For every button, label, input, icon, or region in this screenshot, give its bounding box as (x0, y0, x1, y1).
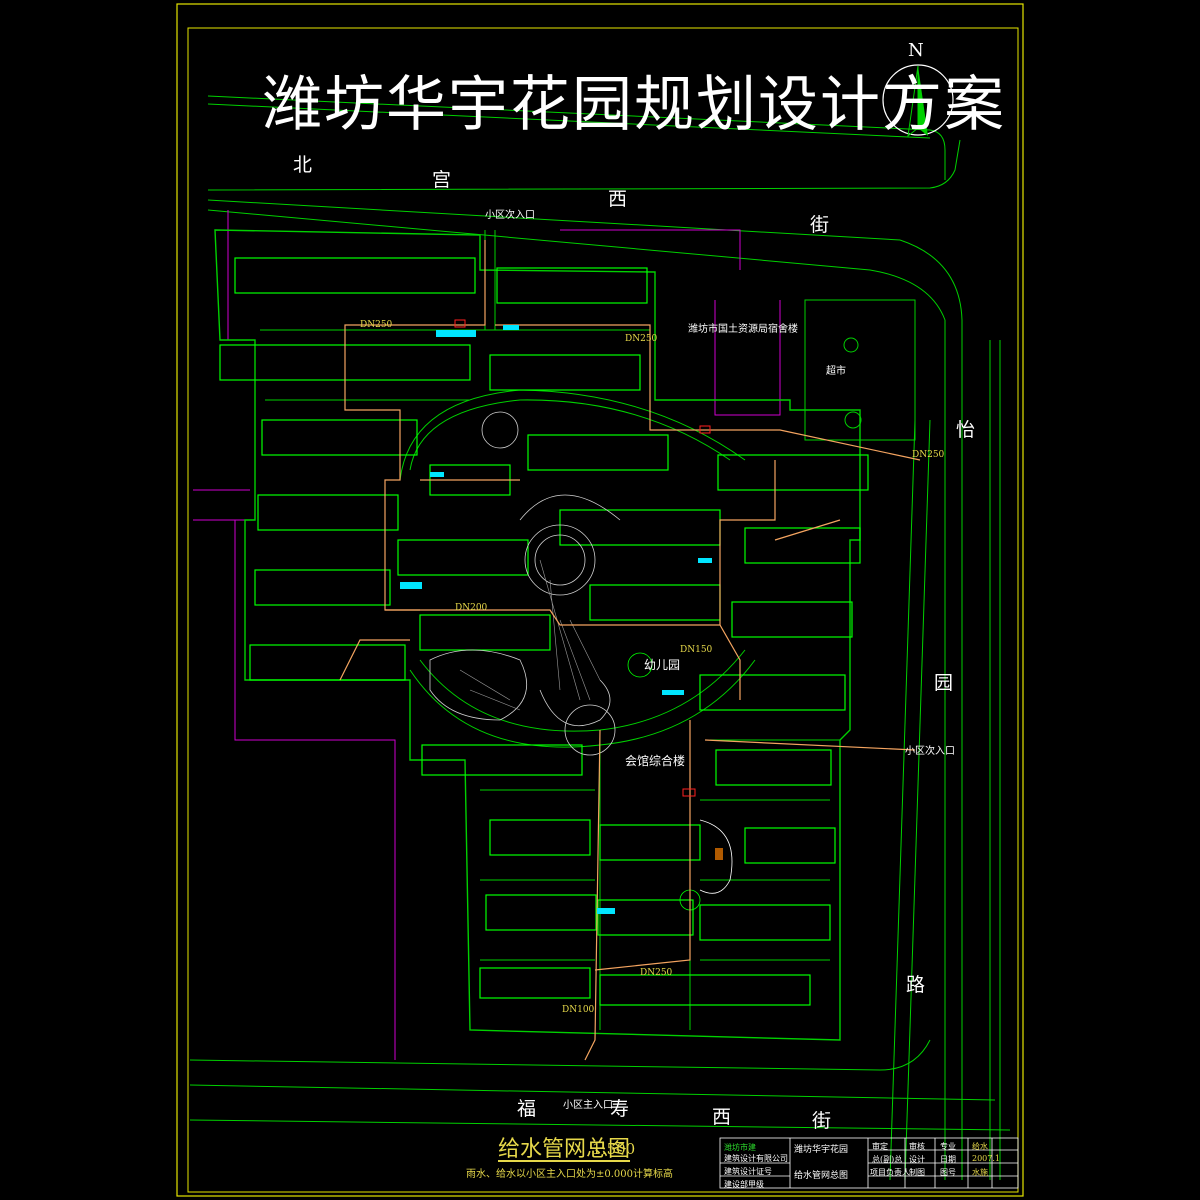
tb-cell: 给水 (972, 1142, 988, 1151)
street-char: 路 (906, 974, 926, 996)
street-char: 园 (934, 672, 954, 694)
tb-cell: 水施 (972, 1168, 988, 1177)
central-garden (429, 411, 653, 756)
tb-cell: 设计 (909, 1155, 925, 1164)
pipe-label: DN150 (680, 645, 713, 655)
pipe-label: DN250 (360, 320, 393, 330)
street-char: 西 (712, 1106, 732, 1128)
north-entrance-label: 小区次入口 (485, 210, 535, 221)
tb-cell: 日期 (940, 1155, 956, 1164)
street-char: 西 (608, 188, 628, 210)
north-label: N (908, 40, 924, 61)
drawing-title: 潍坊华宇花园规划设计方案 (262, 70, 1006, 140)
kindergarten-label: 幼儿园 (644, 658, 681, 672)
site-boundary (214, 229, 861, 1041)
supermarket-label: 超市 (826, 366, 846, 377)
tb-cell: 图号 (940, 1168, 956, 1177)
cert-line: 建设部甲级 (724, 1180, 764, 1189)
drawing-note: 雨水、给水以小区主入口处为±0.000计算标高 (466, 1169, 674, 1180)
clubhouse-label: 会馆综合楼 (625, 754, 686, 768)
street-char: 宫 (432, 169, 452, 191)
pipe-label: DN100 (562, 1005, 595, 1015)
cert-line: 建筑设计证号 (724, 1167, 772, 1176)
magenta-boundary (193, 210, 781, 1060)
main-entrance-label: 小区主入口 (563, 1100, 613, 1111)
tb-cell: 2007.1 (972, 1154, 1000, 1163)
street-char: 街 (812, 1110, 832, 1132)
tb-cell: 审定 (872, 1142, 888, 1151)
company-name: 潍坊市建 (724, 1143, 756, 1152)
inner-frame (187, 27, 1019, 1193)
site-plan (176, 3, 1024, 1197)
pipe-label: DN250 (640, 968, 673, 978)
project-name: 潍坊华宇花园 (794, 1145, 849, 1155)
east-entrance-label: 小区次入口 (905, 746, 955, 757)
north-road (207, 95, 963, 1180)
buildings (219, 257, 869, 1006)
drawing-scale: 1:500 (592, 1140, 636, 1158)
tb-cell: 制图 (909, 1168, 925, 1177)
south-road (189, 1039, 1011, 1131)
street-char: 北 (293, 154, 313, 176)
pipe-label: DN250 (625, 334, 658, 344)
company-subname: 建筑设计有限公司 (724, 1154, 788, 1163)
red-markers (454, 319, 711, 797)
tb-cell: 项目负责人 (870, 1168, 910, 1177)
street-char: 街 (810, 214, 830, 236)
tb-cell: 总(副)总 (872, 1155, 903, 1164)
pipe-label: DN250 (912, 450, 945, 460)
east-plaza (679, 819, 733, 911)
street-char: 福 (517, 1098, 537, 1120)
sheet-name: 给水管网总图 (794, 1171, 849, 1181)
street-char: 怡 (956, 419, 976, 441)
existing-building-label: 潍坊市国土资源局宿舍楼 (688, 324, 798, 335)
garden-hatching (459, 559, 601, 711)
tb-cell: 审核 (909, 1142, 925, 1151)
tb-cell: 专业 (940, 1142, 956, 1151)
pipe-label: DN200 (455, 603, 488, 613)
